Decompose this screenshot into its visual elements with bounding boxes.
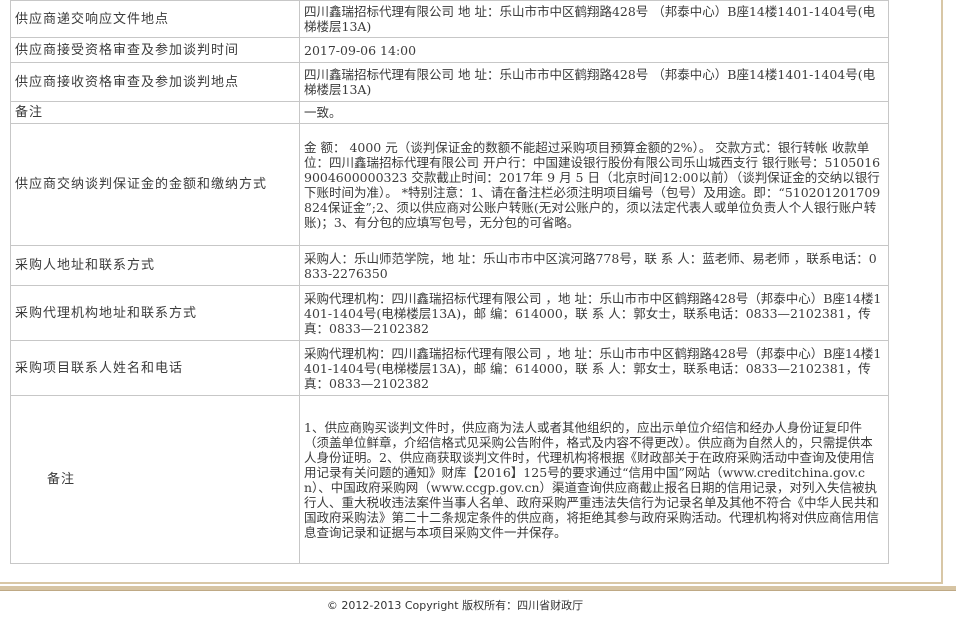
row-value: 1、供应商购买谈判文件时，供应商为法人或者其他组织的，应出示单位介绍信和经办人身… xyxy=(299,395,889,564)
table-row: 备注 一致。 xyxy=(10,101,889,124)
row-label: 供应商接受资格审查及参加谈判时间 xyxy=(10,37,300,63)
table-row: 备注 1、供应商购买谈判文件时，供应商为法人或者其他组织的，应出示单位介绍信和经… xyxy=(10,395,889,564)
row-label: 供应商交纳谈判保证金的金额和缴纳方式 xyxy=(10,123,300,246)
row-value: 一致。 xyxy=(299,101,889,124)
row-label: 采购人地址和联系方式 xyxy=(10,245,300,286)
row-label: 供应商接收资格审查及参加谈判地点 xyxy=(10,62,300,102)
row-label: 供应商递交响应文件地点 xyxy=(10,0,300,38)
table-row: 采购代理机构地址和联系方式 采购代理机构：四川鑫瑞招标代理有限公司 ，地 址：乐… xyxy=(10,285,889,341)
row-label: 采购项目联系人姓名和电话 xyxy=(10,340,300,396)
row-value: 四川鑫瑞招标代理有限公司 地 址：乐山市市中区鹤翔路428号 （邦泰中心）B座1… xyxy=(299,0,889,38)
table-row: 采购项目联系人姓名和电话 采购代理机构：四川鑫瑞招标代理有限公司 ，地 址：乐山… xyxy=(10,340,889,396)
table-row: 采购人地址和联系方式 采购人：乐山师范学院，地 址：乐山市市中区滨河路778号，… xyxy=(10,245,889,286)
row-value: 采购代理机构：四川鑫瑞招标代理有限公司 ，地 址：乐山市市中区鹤翔路428号（邦… xyxy=(299,340,889,396)
footer-copyright: © 2012-2013 Copyright 版权所有：四川省财政厅 xyxy=(326,599,584,612)
row-value: 四川鑫瑞招标代理有限公司 地 址：乐山市市中区鹤翔路428号 （邦泰中心）B座1… xyxy=(299,62,889,102)
table-row: 供应商接受资格审查及参加谈判时间 2017-09-06 14:00 xyxy=(10,37,889,63)
row-label: 备注 xyxy=(10,101,300,124)
procurement-info-table: 供应商递交响应文件地点 四川鑫瑞招标代理有限公司 地 址：乐山市市中区鹤翔路42… xyxy=(10,0,889,564)
table-row: 供应商接收资格审查及参加谈判地点 四川鑫瑞招标代理有限公司 地 址：乐山市市中区… xyxy=(10,62,889,102)
table-row: 供应商递交响应文件地点 四川鑫瑞招标代理有限公司 地 址：乐山市市中区鹤翔路42… xyxy=(10,0,889,38)
row-value: 采购代理机构：四川鑫瑞招标代理有限公司 ，地 址：乐山市市中区鹤翔路428号（邦… xyxy=(299,285,889,341)
table-row: 供应商交纳谈判保证金的金额和缴纳方式 金 额： 4000 元（谈判保证金的数额不… xyxy=(10,123,889,246)
row-label: 备注 xyxy=(10,395,300,564)
row-value: 金 额： 4000 元（谈判保证金的数额不能超过采购项目预算金额的2%）。 交款… xyxy=(299,123,889,246)
footer-divider-line xyxy=(0,590,956,591)
row-value: 采购人：乐山师范学院，地 址：乐山市市中区滨河路778号，联 系 人：蓝老师、易… xyxy=(299,245,889,286)
content-panel: 供应商递交响应文件地点 四川鑫瑞招标代理有限公司 地 址：乐山市市中区鹤翔路42… xyxy=(0,0,943,584)
row-label: 采购代理机构地址和联系方式 xyxy=(10,285,300,341)
row-value: 2017-09-06 14:00 xyxy=(299,37,889,63)
